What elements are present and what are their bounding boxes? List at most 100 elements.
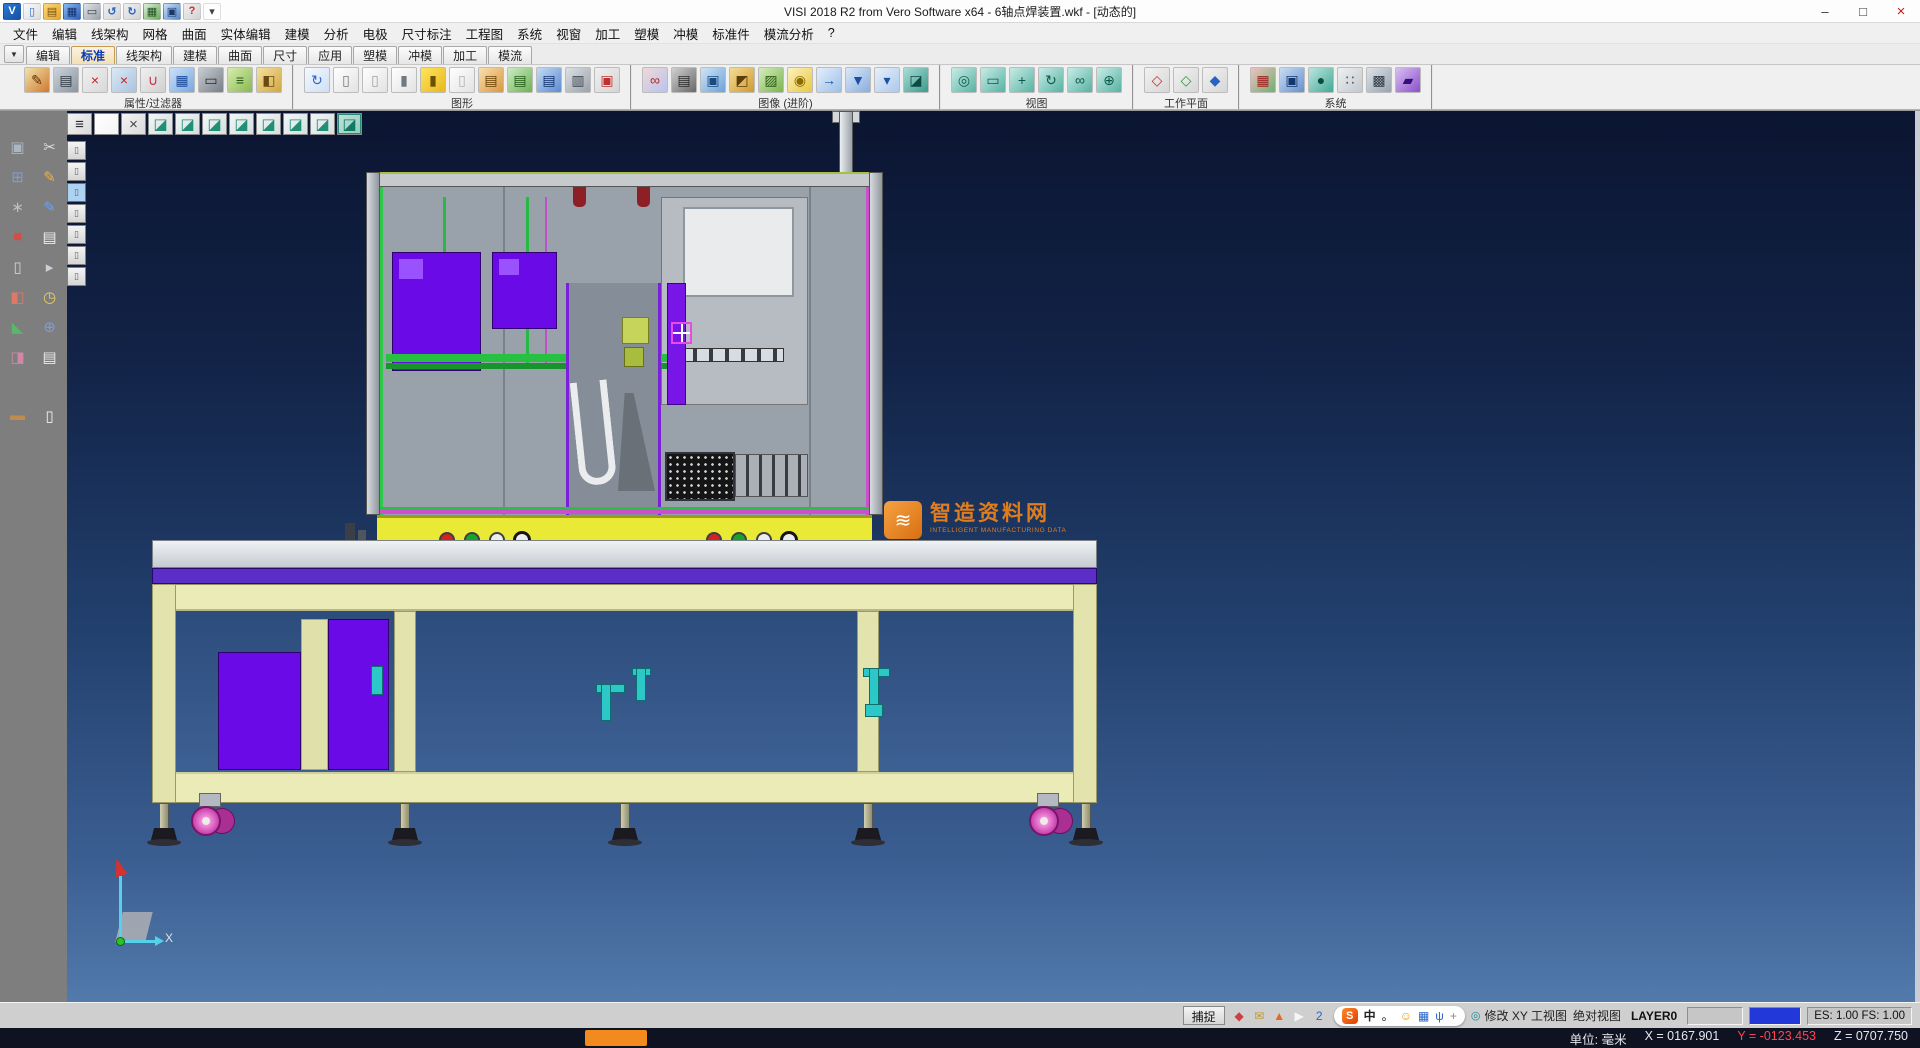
help2-icon[interactable]: 2	[1311, 1007, 1328, 1024]
menu-item[interactable]: 塑模	[627, 24, 666, 43]
mini-view-4-icon[interactable]: ▯	[67, 204, 86, 223]
toolbar-tab[interactable]: 塑模	[353, 46, 397, 64]
toolbar-tab[interactable]: 加工	[443, 46, 487, 64]
remove-filter-icon[interactable]: ×	[111, 67, 137, 93]
export-drop-icon[interactable]: ▾	[874, 67, 900, 93]
filter-funnel-icon[interactable]: ▼	[845, 67, 871, 93]
snapshot-icon[interactable]: ▣	[700, 67, 726, 93]
soft-keyboard-icon[interactable]: ▦	[1418, 1009, 1429, 1023]
view-glasses-icon[interactable]: ∞	[1067, 67, 1093, 93]
sogou-icon[interactable]: S	[1342, 1008, 1358, 1024]
toolbar-tab[interactable]: 标准	[71, 46, 115, 64]
zoom-window-icon[interactable]: ▭	[980, 67, 1006, 93]
menu-item[interactable]: 系统	[510, 24, 549, 43]
menu-item[interactable]: 线架构	[84, 24, 136, 43]
workplane-align-icon[interactable]: ◇	[1173, 67, 1199, 93]
mini-view-5-icon[interactable]: ▯	[67, 225, 86, 244]
rotate-view-icon[interactable]: ↻	[1038, 67, 1064, 93]
grid-icon[interactable]: ▦	[143, 3, 161, 20]
render-scene-icon[interactable]: ◩	[729, 67, 755, 93]
menu-item[interactable]: 冲模	[666, 24, 705, 43]
iso-view-7-icon[interactable]: ◪	[310, 113, 335, 135]
workplane-reset-icon[interactable]: ◆	[1202, 67, 1228, 93]
material-plane-icon[interactable]: ▰	[1395, 67, 1421, 93]
pin-icon[interactable]: ◆	[1231, 1007, 1248, 1024]
point-grid-icon[interactable]: ∷	[1337, 67, 1363, 93]
pick-icon[interactable]: ▸	[36, 255, 64, 278]
magnet-filter-icon[interactable]: ∪	[140, 67, 166, 93]
menu-item[interactable]: 实体编辑	[214, 24, 278, 43]
select-icon[interactable]: ▣	[4, 135, 32, 158]
toolbar-tab[interactable]: 曲面	[218, 46, 262, 64]
active-layer[interactable]: LAYER0	[1627, 1009, 1681, 1023]
redo-icon[interactable]: ↻	[123, 3, 141, 20]
cursor-icon[interactable]: ▶	[1291, 1007, 1308, 1024]
database-load-icon[interactable]: ▤	[536, 67, 562, 93]
material-icon[interactable]: ◨	[4, 345, 32, 368]
mail-icon[interactable]: ✉	[1251, 1007, 1268, 1024]
menu-item[interactable]: 编辑	[45, 24, 84, 43]
view-blank-icon[interactable]	[94, 113, 119, 135]
snap-grid-icon[interactable]: ⊞	[4, 165, 32, 188]
stereo-glasses-icon[interactable]: ∞	[642, 67, 668, 93]
help-icon[interactable]: ?	[183, 3, 201, 20]
world-view-icon[interactable]: ●	[1308, 67, 1334, 93]
new-file-icon[interactable]: ▯	[23, 3, 41, 20]
brush-icon[interactable]: ▬	[4, 404, 32, 427]
solid-cube-icon[interactable]: ◪	[903, 67, 929, 93]
toolbar-tab[interactable]: 线架构	[116, 46, 172, 64]
light-settings-icon[interactable]: ◉	[787, 67, 813, 93]
display-settings-icon[interactable]: ▣	[1279, 67, 1305, 93]
ime-language-toggle[interactable]: 中	[1364, 1007, 1376, 1024]
iso-view-1-icon[interactable]: ◪	[148, 113, 173, 135]
database-save-icon[interactable]: ▤	[507, 67, 533, 93]
solid-box-icon[interactable]: ■	[4, 225, 32, 248]
workplane-status[interactable]: ◎ 修改 XY 工视图	[1471, 1007, 1567, 1024]
annotate-icon[interactable]: ✎	[36, 195, 64, 218]
flame-icon[interactable]: ▲	[1271, 1007, 1288, 1024]
mini-view-6-icon[interactable]: ▯	[67, 246, 86, 265]
minimize-button[interactable]: –	[1806, 0, 1844, 22]
sketch-icon[interactable]: ✎	[36, 165, 64, 188]
color-settings-icon[interactable]: ▦	[1250, 67, 1276, 93]
edit-properties-icon[interactable]: ✎	[24, 67, 50, 93]
history-icon[interactable]: ◷	[36, 285, 64, 308]
settings-gear-icon[interactable]: ∗	[4, 195, 32, 218]
toolbar-tab[interactable]: 模流	[488, 46, 532, 64]
page-icon[interactable]: ▯	[36, 404, 64, 427]
maximize-button[interactable]: □	[1844, 0, 1882, 22]
shaded-edges-view-icon[interactable]: ▮	[420, 67, 446, 93]
menu-item[interactable]: 网格	[136, 24, 175, 43]
menu-item[interactable]: 建模	[278, 24, 317, 43]
emoji-icon[interactable]: ☺	[1400, 1009, 1412, 1023]
grid-filter-icon[interactable]: ▦	[169, 67, 195, 93]
menu-item[interactable]: 尺寸标注	[395, 24, 459, 43]
cylinder-icon[interactable]: ▯	[4, 255, 32, 278]
view-clear-icon[interactable]: ×	[121, 113, 146, 135]
ime-punctuation-toggle[interactable]: 。	[1382, 1007, 1394, 1024]
layer-manager-icon[interactable]: ≡	[227, 67, 253, 93]
menu-item[interactable]: 分析	[317, 24, 356, 43]
sheet-icon[interactable]: ▤	[36, 225, 64, 248]
menu-item[interactable]: 视窗	[549, 24, 588, 43]
undo-icon[interactable]: ↺	[103, 3, 121, 20]
menu-item[interactable]: 曲面	[175, 24, 214, 43]
pan-view-icon[interactable]: +	[1009, 67, 1035, 93]
mini-view-1-icon[interactable]: ▯	[67, 141, 86, 160]
snap-button[interactable]: 捕捉	[1183, 1006, 1225, 1025]
trim-icon[interactable]: ✂	[36, 135, 64, 158]
view-menu-icon[interactable]: ≡	[67, 113, 92, 135]
purge-graphics-icon[interactable]: ▥	[565, 67, 591, 93]
toolbar-tab[interactable]: 尺寸	[263, 46, 307, 64]
quick-access-dropdown-icon[interactable]: ▾	[203, 3, 221, 20]
import-image-icon[interactable]: →	[816, 67, 842, 93]
menu-item[interactable]: 标准件	[705, 24, 757, 43]
copy-properties-icon[interactable]: ▤	[53, 67, 79, 93]
toolbar-tab[interactable]: 建模	[173, 46, 217, 64]
iso-view-8-icon[interactable]: ◪	[337, 113, 362, 135]
iso-view-4-icon[interactable]: ◪	[229, 113, 254, 135]
shaded-view-icon[interactable]: ▮	[391, 67, 417, 93]
delete-attribute-icon[interactable]: ×	[82, 67, 108, 93]
mini-view-7-icon[interactable]: ▯	[67, 267, 86, 286]
iso-view-3-icon[interactable]: ◪	[202, 113, 227, 135]
